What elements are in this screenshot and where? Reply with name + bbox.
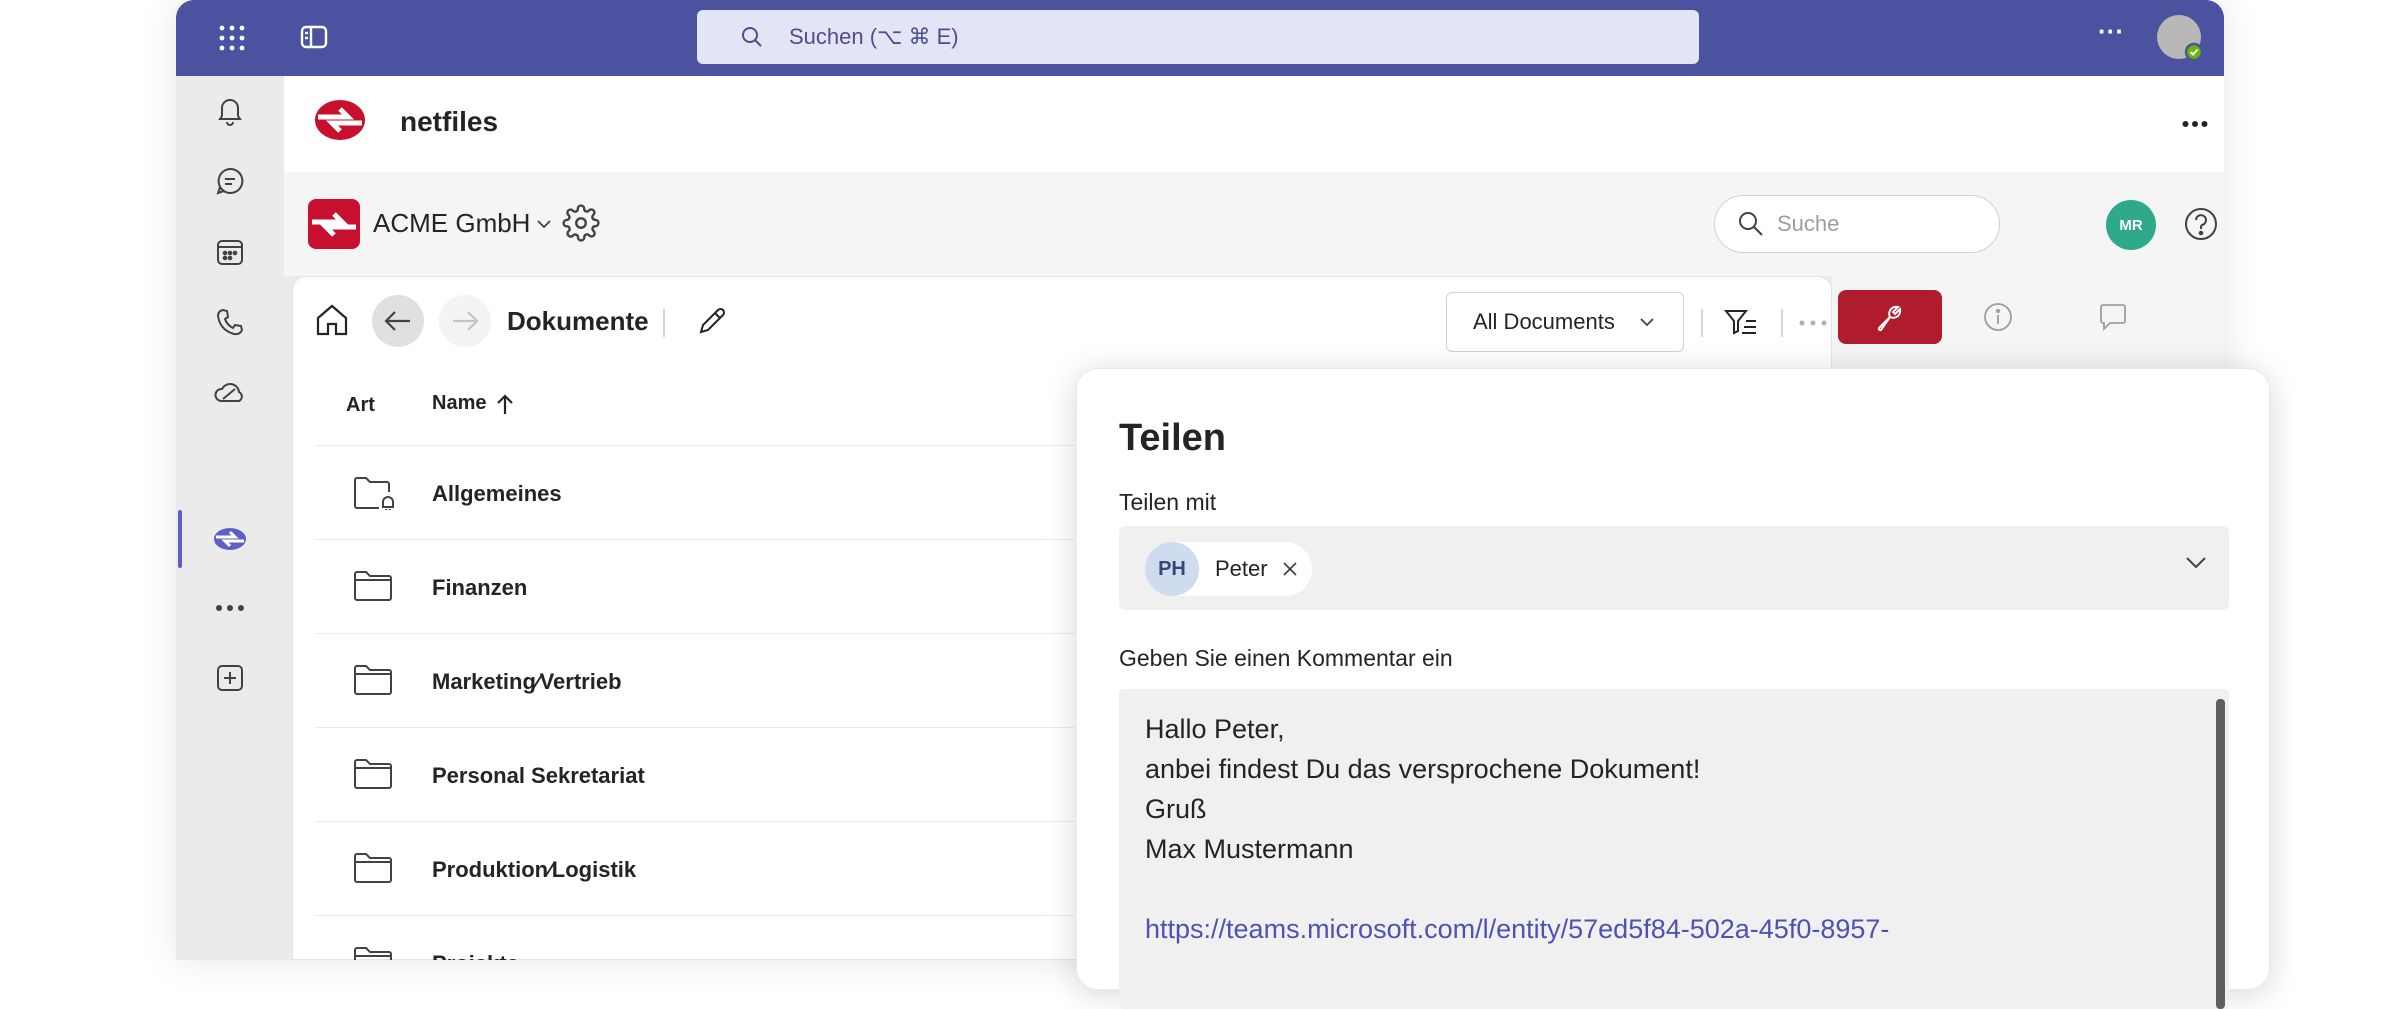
breadcrumb-current[interactable]: Dokumente	[507, 306, 649, 337]
list-item[interactable]: Allgemeines	[315, 445, 1075, 540]
arrow-right-icon	[453, 311, 479, 331]
back-button[interactable]	[372, 295, 424, 347]
folder-icon	[353, 946, 393, 960]
dialog-title: Teilen	[1119, 417, 1226, 459]
activity-bell-icon[interactable]	[206, 86, 254, 134]
list-item-name: Finanzen	[432, 575, 528, 600]
calendar-icon[interactable]	[206, 228, 254, 276]
toolbar-search-placeholder: Suche	[1777, 211, 1840, 236]
folder-icon	[353, 852, 393, 884]
search-icon	[741, 26, 763, 48]
shared-folder-icon	[353, 476, 395, 510]
global-search-placeholder: Suchen (⌥ ⌘ E)	[789, 24, 959, 49]
comment-text: Hallo Peter, anbei findest Du das verspr…	[1145, 709, 1889, 949]
global-search-input[interactable]: Suchen (⌥ ⌘ E)	[697, 10, 1699, 64]
comment-line: Max Mustermann	[1145, 834, 1354, 864]
column-header-name-label: Name	[432, 392, 487, 414]
column-header-type[interactable]: Art	[346, 394, 375, 417]
comment-blank-line	[1145, 869, 1889, 909]
comment-scrollbar[interactable]	[2216, 699, 2225, 1009]
remove-recipient-icon[interactable]	[1282, 561, 1298, 577]
home-icon[interactable]	[313, 301, 351, 339]
comment-textarea[interactable]: Hallo Peter, anbei findest Du das verspr…	[1119, 689, 2229, 1009]
list-item-name: Personal Sekretariat	[432, 763, 645, 788]
toolbar-divider	[1701, 309, 1703, 337]
app-rail	[176, 76, 284, 960]
help-icon[interactable]	[2183, 206, 2219, 242]
toolbar-divider	[1781, 309, 1783, 337]
comment-icon[interactable]	[2098, 302, 2128, 332]
user-avatar[interactable]	[2156, 14, 2204, 62]
search-icon	[1737, 210, 1765, 238]
netfiles-app-icon[interactable]	[206, 515, 254, 563]
share-with-picker[interactable]: PH Peter	[1119, 526, 2229, 610]
toolbar-divider	[663, 309, 665, 337]
more-options-icon[interactable]: ···	[2098, 16, 2124, 47]
onedrive-icon[interactable]	[206, 369, 254, 417]
calls-icon[interactable]	[206, 298, 254, 346]
chevron-down-icon	[536, 219, 552, 229]
share-dialog: Teilen Teilen mit PH Peter Geben Sie ein…	[1076, 368, 2270, 1009]
view-select[interactable]: All Documents	[1446, 292, 1684, 352]
list-item-name: Allgemeines	[432, 481, 562, 506]
list-item[interactable]: Produktion∕Logistik	[315, 821, 1075, 916]
app-name: netfiles	[400, 106, 499, 137]
folder-icon	[353, 758, 393, 790]
chevron-down-icon[interactable]	[2185, 556, 2207, 570]
comment-link[interactable]: https://teams.microsoft.com/l/entity/57e…	[1145, 909, 1889, 949]
folder-icon	[353, 570, 393, 602]
sidebar-toggle-icon[interactable]	[300, 24, 328, 50]
list-item[interactable]: Marketing∕Vertrieb	[315, 633, 1075, 728]
app-toolbar: ACME GmbH Suche MR	[284, 172, 2224, 276]
recipient-name: Peter	[1215, 556, 1268, 581]
list-item[interactable]: Finanzen	[315, 539, 1075, 634]
comment-label: Geben Sie einen Kommentar ein	[1119, 645, 1453, 671]
netfiles-logo-icon	[314, 98, 366, 142]
forward-button[interactable]	[439, 295, 491, 347]
list-item[interactable]: Projekte	[315, 915, 1075, 960]
share-with-label: Teilen mit	[1119, 489, 1217, 515]
info-icon[interactable]	[1983, 302, 2013, 332]
toolbar-search-input[interactable]: Suche	[1714, 195, 2000, 253]
comment-line: Hallo Peter,	[1145, 714, 1285, 744]
app-more-icon[interactable]	[2182, 120, 2208, 128]
comment-line: anbei findest Du das versprochene Dokume…	[1145, 754, 1701, 784]
folder-icon	[353, 664, 393, 696]
wrench-icon	[1877, 305, 1902, 332]
tools-button[interactable]	[1838, 290, 1942, 344]
settings-gear-icon[interactable]	[562, 204, 600, 242]
column-header-name[interactable]: Name	[432, 392, 514, 415]
rail-active-indicator	[178, 510, 182, 568]
app-header: netfiles	[284, 76, 2224, 173]
current-user-avatar[interactable]: MR	[2106, 200, 2156, 250]
view-select-value: All Documents	[1473, 309, 1615, 334]
filter-icon[interactable]	[1724, 307, 1758, 337]
workspace-logo-icon	[308, 199, 360, 249]
chevron-down-icon	[1639, 317, 1655, 327]
list-item[interactable]: Personal Sekretariat	[315, 727, 1075, 822]
more-apps-icon[interactable]	[206, 584, 254, 632]
app-launcher-icon[interactable]	[218, 24, 246, 52]
more-actions-icon[interactable]	[1798, 319, 1828, 327]
list-item-name: Projekte	[432, 951, 519, 960]
sort-ascending-icon	[496, 393, 514, 415]
list-item-name: Produktion∕Logistik	[432, 857, 637, 882]
workspace-selector[interactable]: ACME GmbH	[373, 208, 552, 239]
rename-pencil-icon[interactable]	[696, 305, 728, 337]
chat-icon[interactable]	[206, 157, 254, 205]
workspace-name: ACME GmbH	[373, 208, 531, 238]
comment-line: Gruß	[1145, 794, 1207, 824]
add-apps-icon[interactable]	[206, 654, 254, 702]
recipient-chip: PH Peter	[1145, 542, 1312, 596]
title-bar: Suchen (⌥ ⌘ E) ···	[176, 0, 2224, 76]
arrow-left-icon	[384, 311, 410, 331]
list-item-name: Marketing∕Vertrieb	[432, 669, 622, 694]
recipient-avatar: PH	[1145, 542, 1199, 596]
